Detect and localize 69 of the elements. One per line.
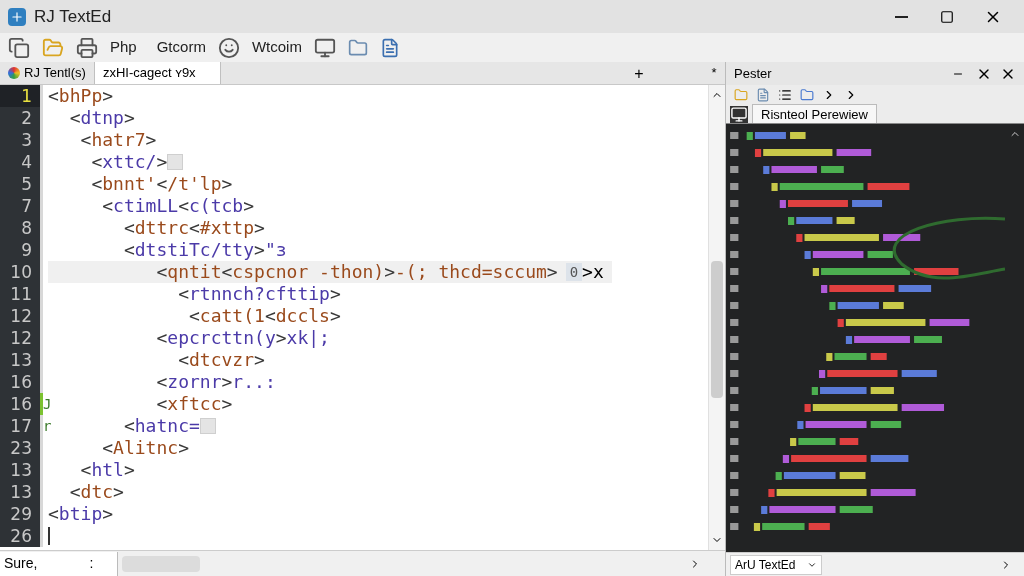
copy-icon[interactable]	[8, 36, 30, 59]
code-line: <dtnp>	[68, 107, 135, 129]
line-number: 29	[0, 503, 40, 525]
line-number: 10	[0, 261, 40, 283]
line-number: 7	[0, 195, 40, 217]
margin-marker: J	[43, 395, 52, 414]
code-line: <htl>	[79, 459, 135, 481]
folder-icon[interactable]	[347, 37, 368, 58]
code-line: <bhPp>	[48, 85, 114, 107]
code-line: <bnnt'</t'lp>	[90, 173, 233, 195]
line-number: 2	[0, 107, 40, 129]
smiley-icon[interactable]	[217, 36, 240, 59]
line-number: 8	[0, 217, 40, 239]
line-number: 3	[0, 129, 40, 151]
panel-title: Pester	[734, 64, 772, 83]
code-line: <rtnnch?cfttip>	[177, 283, 341, 305]
line-number: 11	[0, 283, 40, 305]
code-line: <dtcvzr>	[177, 349, 265, 371]
code-line: <Alitnc>	[101, 437, 189, 459]
code-line: <xttc/>	[90, 151, 168, 173]
new-tab-button[interactable]: +	[629, 62, 649, 84]
status-dropdown[interactable]: ArU TextEd	[730, 554, 822, 575]
line-number: 17	[0, 415, 40, 437]
line-number: 12	[0, 305, 40, 327]
toolbar-button[interactable]: Php	[110, 36, 137, 59]
code-line: <catt(1<dccls>	[187, 305, 341, 327]
block-glyph-icon	[199, 418, 216, 434]
line-number: 13	[0, 481, 40, 503]
line-number: 12	[0, 327, 40, 349]
line-number: 16	[0, 393, 40, 415]
toolbar-button[interactable]: Gtcorm	[156, 36, 206, 59]
preview-tab[interactable]: Risnteol Perewiew	[752, 104, 877, 123]
line-number: 4	[0, 151, 40, 173]
list-icon[interactable]	[778, 88, 792, 102]
monitor-icon[interactable]	[313, 36, 336, 59]
margin-marker: r	[43, 417, 52, 436]
preview-icon	[730, 106, 748, 123]
minimize-icon	[894, 15, 908, 18]
printer-icon[interactable]	[76, 36, 98, 59]
text-cursor	[48, 527, 50, 545]
tab-menu-button[interactable]: *	[707, 62, 721, 84]
line-number: 23	[0, 437, 40, 459]
status-text: Sure,	[4, 554, 38, 573]
globe-icon	[8, 67, 20, 79]
line-number: 5	[0, 173, 40, 195]
code-line: <dttrc<#xttp>	[122, 217, 265, 239]
folder-icon[interactable]	[800, 88, 814, 102]
folder-icon[interactable]	[42, 36, 64, 59]
window-title: RJ TextEd	[34, 5, 112, 28]
maximize-icon	[940, 9, 954, 24]
fold-marker[interactable]: 0	[565, 263, 583, 281]
code-line: <dtc>	[68, 481, 124, 503]
status-text: :	[89, 554, 94, 573]
code-line: <ctimLL<c(tcb>	[101, 195, 255, 217]
toolbar-button[interactable]: Wtcoim	[251, 36, 302, 59]
line-number: 26	[0, 525, 40, 547]
line-number: 9	[0, 239, 40, 261]
code-line: <dtstiTc/tty>"з	[122, 239, 287, 261]
code-line: <btip>	[48, 503, 114, 525]
scrollbar-thumb[interactable]	[711, 261, 723, 398]
document-icon[interactable]	[756, 88, 770, 102]
line-number: 13	[0, 349, 40, 371]
block-glyph-icon	[167, 154, 184, 170]
code-line: <epcrcttn(y>xk|;	[155, 327, 330, 349]
editor-tab[interactable]: zxHI-cagect ʏ9x	[94, 62, 221, 84]
line-number: 16	[0, 371, 40, 393]
code-line: <xftcc>	[155, 393, 233, 415]
line-number: 1	[0, 85, 40, 107]
line-number: 13	[0, 459, 40, 481]
